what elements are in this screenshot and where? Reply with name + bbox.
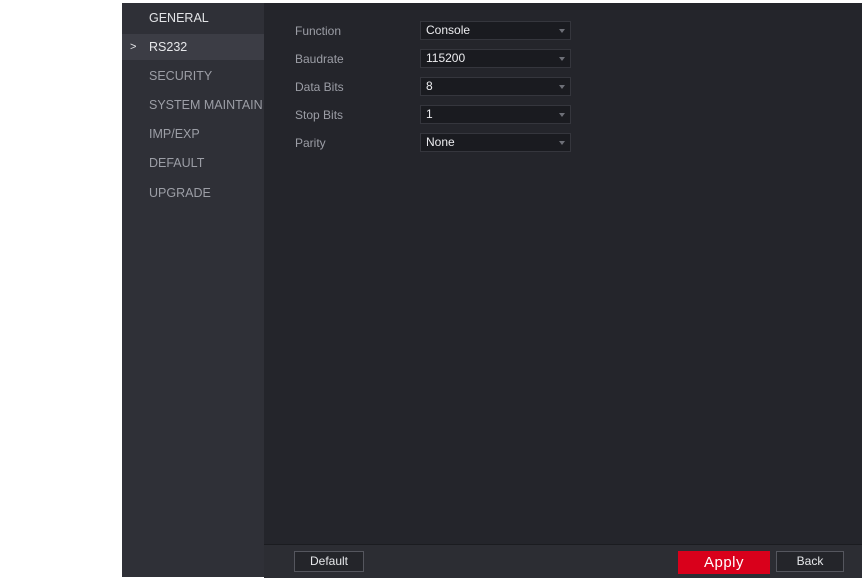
dropdown-arrow-icon <box>559 141 565 145</box>
sidebar-item-upgrade[interactable]: UPGRADE <box>122 180 264 206</box>
stop-bits-label: Stop Bits <box>295 108 344 122</box>
back-button[interactable]: Back <box>776 551 844 572</box>
parity-value: None <box>426 135 455 149</box>
stop-bits-select[interactable]: 1 <box>420 105 571 124</box>
dropdown-arrow-icon <box>559 29 565 33</box>
data-bits-value: 8 <box>426 79 433 93</box>
function-label: Function <box>295 24 342 38</box>
sidebar-item-security[interactable]: SECURITY <box>122 63 264 89</box>
baudrate-value: 115200 <box>426 51 466 65</box>
sidebar-item-label: RS232 <box>149 40 188 54</box>
baudrate-row: Baudrate 115200 <box>295 49 585 69</box>
rs232-settings-screen: GENERAL > RS232 SECURITY SYSTEM MAINTAIN… <box>122 3 862 578</box>
settings-sidebar: GENERAL > RS232 SECURITY SYSTEM MAINTAIN… <box>122 3 264 577</box>
function-row: Function Console <box>295 21 585 41</box>
function-value: Console <box>426 23 471 37</box>
default-button[interactable]: Default <box>294 551 364 572</box>
dropdown-arrow-icon <box>559 85 565 89</box>
parity-label: Parity <box>295 136 326 150</box>
apply-button[interactable]: Apply <box>678 551 770 574</box>
data-bits-select[interactable]: 8 <box>420 77 571 96</box>
sidebar-item-rs232[interactable]: > RS232 <box>122 34 264 60</box>
stop-bits-row: Stop Bits 1 <box>295 105 585 125</box>
parity-row: Parity None <box>295 133 585 153</box>
dropdown-arrow-icon <box>559 57 565 61</box>
sidebar-item-general[interactable]: GENERAL <box>122 5 264 31</box>
baudrate-label: Baudrate <box>295 52 344 66</box>
function-select[interactable]: Console <box>420 21 571 40</box>
dropdown-arrow-icon <box>559 113 565 117</box>
sidebar-item-system-maintain[interactable]: SYSTEM MAINTAIN <box>122 92 264 118</box>
bottom-action-bar: Default Apply Back <box>264 544 862 578</box>
sidebar-item-imp-exp[interactable]: IMP/EXP <box>122 121 264 147</box>
chevron-right-icon: > <box>130 41 137 53</box>
stop-bits-value: 1 <box>426 107 433 121</box>
baudrate-select[interactable]: 115200 <box>420 49 571 68</box>
data-bits-label: Data Bits <box>295 80 344 94</box>
sidebar-item-default[interactable]: DEFAULT <box>122 150 264 176</box>
parity-select[interactable]: None <box>420 133 571 152</box>
data-bits-row: Data Bits 8 <box>295 77 585 97</box>
